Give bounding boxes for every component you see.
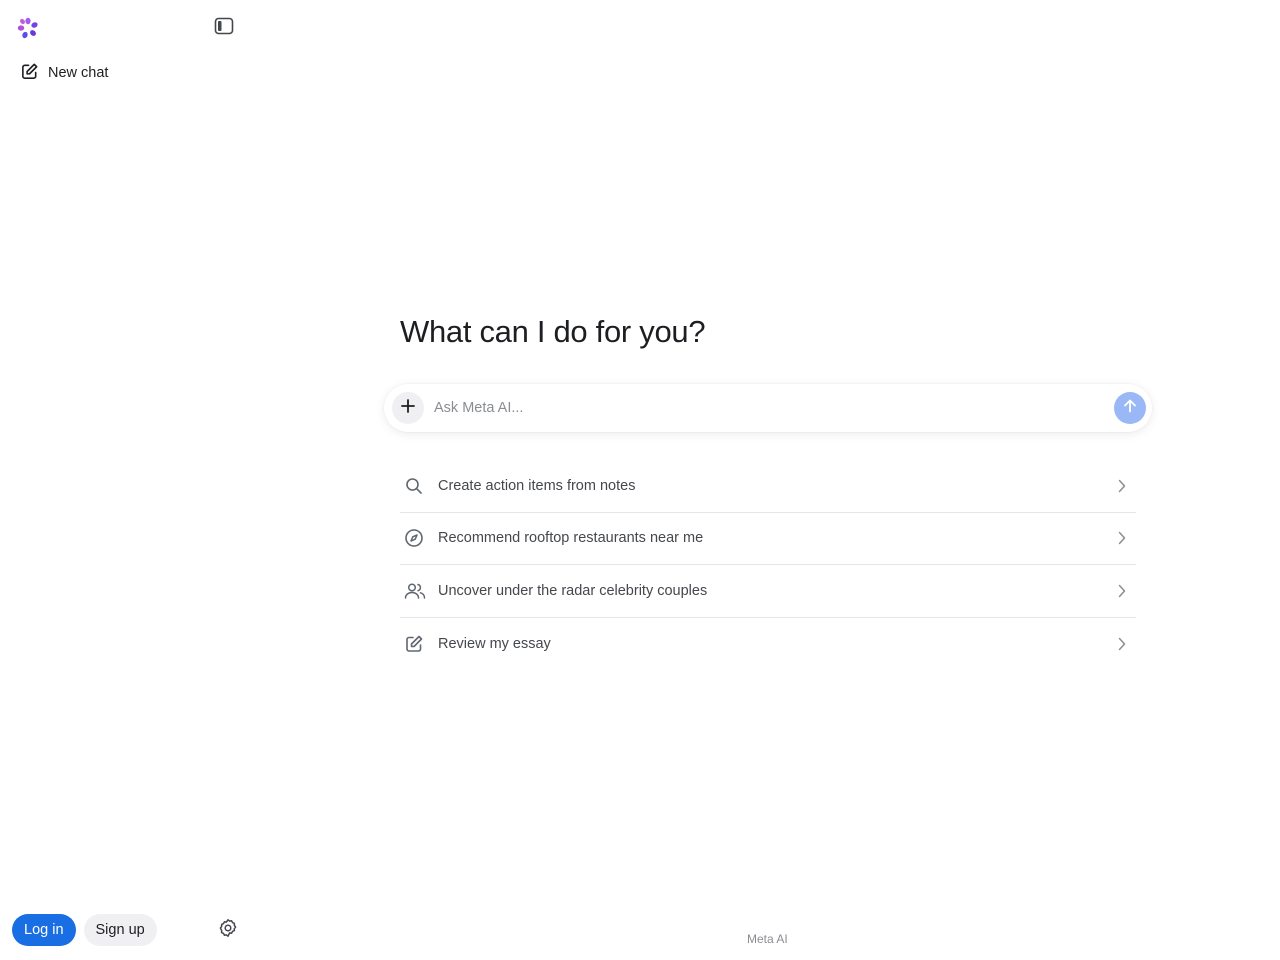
suggestion-item[interactable]: Review my essay	[400, 618, 1136, 671]
people-icon	[404, 581, 432, 601]
suggestion-label: Recommend rooftop restaurants near me	[438, 530, 704, 547]
composer	[384, 384, 1152, 432]
send-button[interactable]	[1114, 392, 1146, 424]
suggestion-label: Create action items from notes	[438, 477, 636, 494]
footer-label: Meta AI	[747, 932, 788, 946]
meta-ai-logo-icon[interactable]	[16, 16, 40, 40]
attach-button[interactable]	[392, 392, 424, 424]
chevron-right-icon	[1116, 636, 1128, 652]
gear-icon	[218, 918, 238, 943]
suggestion-item[interactable]: Create action items from notes	[400, 460, 1136, 513]
compass-icon	[404, 528, 432, 548]
new-chat-label: New chat	[48, 65, 109, 81]
sidebar-toggle-icon	[214, 17, 234, 40]
arrow-up-icon	[1122, 398, 1138, 419]
suggestion-item[interactable]: Uncover under the radar celebrity couple…	[400, 565, 1136, 618]
chevron-right-icon	[1116, 530, 1128, 546]
search-icon	[404, 476, 432, 496]
suggestion-list: Create action items from notes Recommend…	[400, 460, 1136, 670]
auth-buttons: Log in Sign up	[12, 914, 157, 946]
plus-icon	[401, 398, 415, 418]
sidebar-toggle-button[interactable]	[212, 17, 236, 39]
new-chat-button[interactable]: New chat	[12, 58, 116, 88]
pencil-square-icon	[404, 634, 432, 654]
chevron-right-icon	[1116, 583, 1128, 599]
suggestion-label: Uncover under the radar celebrity couple…	[438, 582, 708, 599]
suggestion-item[interactable]: Recommend rooftop restaurants near me	[400, 513, 1136, 565]
suggestion-label: Review my essay	[438, 635, 551, 652]
page-title: What can I do for you?	[400, 314, 706, 349]
settings-button[interactable]	[216, 918, 240, 942]
signup-button[interactable]: Sign up	[83, 914, 157, 946]
chevron-right-icon	[1116, 478, 1128, 494]
login-button[interactable]: Log in	[12, 914, 76, 946]
sidebar: New chat Log in Sign up	[0, 0, 248, 960]
pencil-square-icon	[20, 62, 39, 85]
ask-input[interactable]	[434, 396, 1094, 420]
